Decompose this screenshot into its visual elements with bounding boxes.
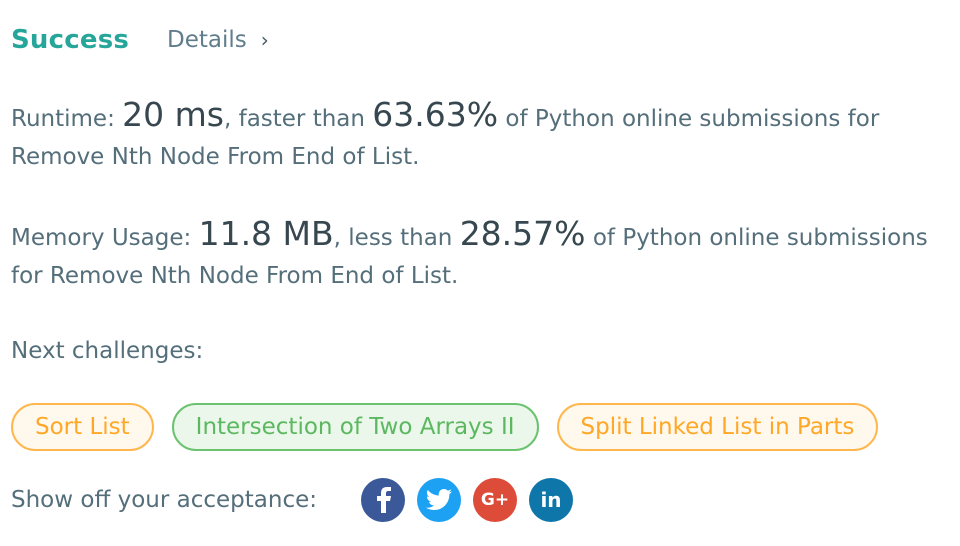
memory-label: Memory Usage: bbox=[11, 225, 199, 251]
memory-middle-text: , less than bbox=[333, 225, 460, 251]
next-challenges-label: Next challenges: bbox=[11, 338, 204, 364]
runtime-label: Runtime: bbox=[11, 106, 123, 132]
linkedin-share-button[interactable]: in bbox=[529, 478, 573, 522]
challenge-sort-list[interactable]: Sort List bbox=[11, 403, 154, 451]
google-plus-share-button[interactable]: G+ bbox=[473, 478, 517, 522]
facebook-share-button[interactable] bbox=[361, 478, 405, 522]
facebook-icon bbox=[377, 487, 391, 513]
details-label: Details bbox=[167, 27, 247, 53]
share-label: Show off your acceptance: bbox=[11, 487, 317, 513]
twitter-icon bbox=[426, 489, 452, 510]
runtime-middle-text: , faster than bbox=[223, 106, 373, 132]
memory-percentile: 28.57% bbox=[459, 214, 586, 253]
linkedin-icon: in bbox=[540, 488, 562, 512]
details-link[interactable]: Details › bbox=[167, 27, 269, 53]
next-challenges-list: Sort List Intersection of Two Arrays II … bbox=[11, 403, 879, 451]
chevron-right-icon: › bbox=[260, 28, 269, 52]
status-label: Success bbox=[11, 25, 130, 55]
runtime-percentile: 63.63% bbox=[372, 95, 499, 134]
result-header: Success Details › bbox=[11, 20, 269, 60]
share-row: Show off your acceptance: G+ in bbox=[11, 478, 585, 522]
runtime-stat: Runtime: 20 ms, faster than 63.63% of Py… bbox=[11, 96, 941, 176]
google-plus-icon: G+ bbox=[480, 490, 510, 510]
challenge-split-linked-list-in-parts[interactable]: Split Linked List in Parts bbox=[556, 403, 879, 451]
memory-value: 11.8 MB bbox=[198, 214, 334, 253]
memory-stat: Memory Usage: 11.8 MB, less than 28.57% … bbox=[11, 215, 941, 295]
challenge-intersection-of-two-arrays-ii[interactable]: Intersection of Two Arrays II bbox=[171, 403, 539, 451]
submission-result-panel: Success Details › Runtime: 20 ms, faster… bbox=[0, 0, 960, 546]
twitter-share-button[interactable] bbox=[417, 478, 461, 522]
runtime-value: 20 ms bbox=[122, 95, 224, 134]
